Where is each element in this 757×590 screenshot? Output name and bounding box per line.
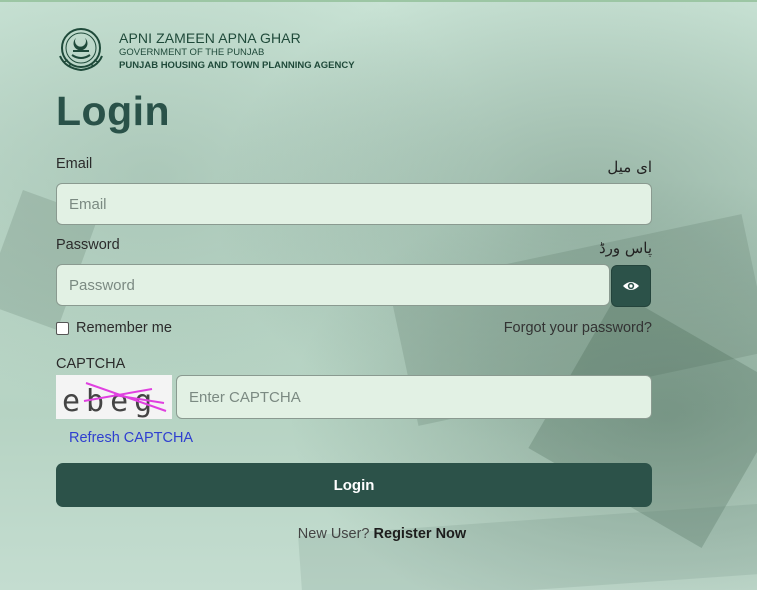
password-urdu-label: پاس ورڈ [599,239,652,257]
brand-title: APNI ZAMEEN APNA GHAR [119,30,301,46]
remember-me-checkbox[interactable] [56,321,69,335]
captcha-image: ebeg [56,375,172,419]
eye-icon [623,282,639,290]
captcha-label: CAPTCHA [56,356,126,372]
register-prompt-text: New User? [297,526,370,542]
captcha-input[interactable] [176,375,652,419]
email-urdu-label: ای میل [607,158,652,176]
login-button[interactable]: Login [56,463,652,507]
toggle-password-button[interactable] [611,265,651,307]
captcha-text: ebeg [62,384,158,419]
punjab-emblem-icon [56,26,106,74]
top-border [0,0,757,2]
remember-me[interactable]: Remember me [56,320,172,336]
page-title: Login [56,88,171,134]
brand-agency: PUNJAB HOUSING AND TOWN PLANNING AGENCY [119,60,355,71]
register-prompt: New User? Register Now [0,526,757,542]
email-field[interactable] [56,183,652,225]
brand-government: GOVERNMENT OF THE PUNJAB [119,47,265,58]
forgot-password-link[interactable]: Forgot your password? [504,320,652,336]
password-field[interactable] [56,264,610,306]
register-now-link[interactable]: Register Now [374,526,467,542]
refresh-captcha-link[interactable]: Refresh CAPTCHA [69,430,193,446]
brand-text: APNI ZAMEEN APNA GHAR GOVERNMENT OF THE … [119,30,355,72]
brand-header: APNI ZAMEEN APNA GHAR GOVERNMENT OF THE … [56,26,416,76]
remember-me-label: Remember me [76,320,172,336]
password-label: Password [56,237,120,253]
email-label: Email [56,156,93,172]
